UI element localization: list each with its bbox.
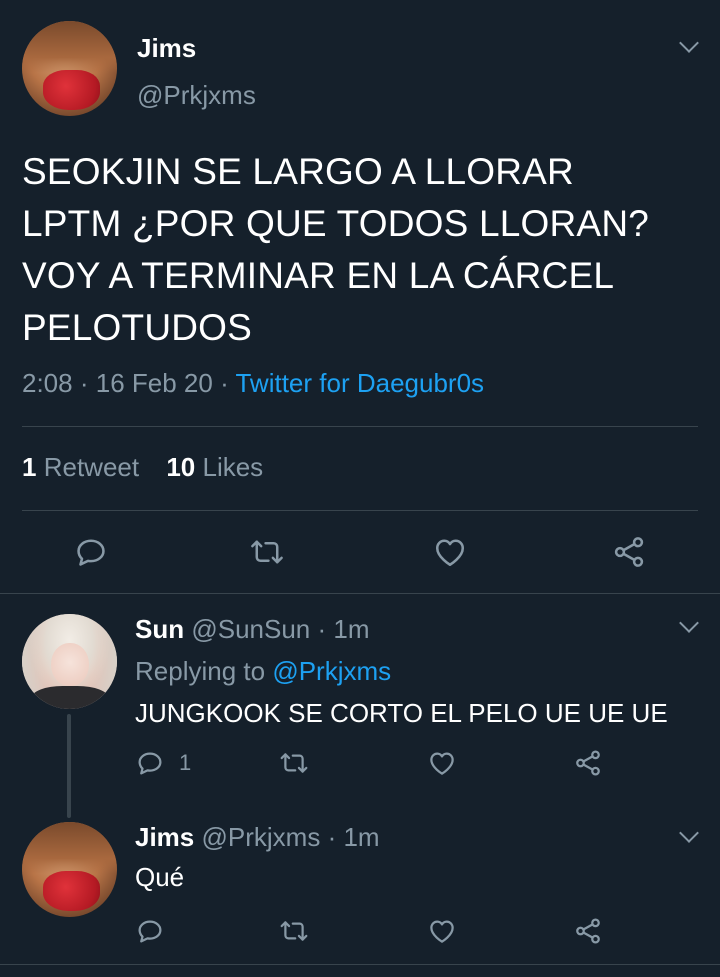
author-handle[interactable]: @Prkjxms bbox=[137, 80, 256, 111]
tweet-actions bbox=[0, 530, 720, 574]
reply-icon bbox=[77, 539, 105, 566]
chevron-down-icon[interactable] bbox=[679, 613, 699, 633]
retweet-button[interactable] bbox=[278, 748, 310, 778]
reply-count: 1 bbox=[179, 750, 192, 775]
like-button[interactable] bbox=[427, 916, 457, 946]
reply-header: Sun @SunSun · 1m bbox=[135, 614, 370, 644]
tweet-text: SEOKJIN SE LARGO A LLORAR LPTM ¿POR QUE … bbox=[22, 151, 650, 348]
reply-tweet[interactable]: Jims @Prkjxms · 1m Qué bbox=[0, 812, 720, 964]
reply-text: JUNGKOOK SE CORTO EL PELO UE UE UE bbox=[135, 698, 668, 728]
author-handle[interactable]: @Prkjxms bbox=[202, 822, 321, 852]
replying-to: Replying to @Prkjxms bbox=[135, 656, 392, 686]
divider bbox=[22, 510, 698, 511]
tweet-time: 2:08 bbox=[22, 368, 73, 398]
like-button[interactable] bbox=[427, 748, 457, 778]
tweet-source-link[interactable]: Twitter for Daegubr0s bbox=[235, 368, 484, 398]
replying-to-link[interactable]: @Prkjxms bbox=[272, 656, 391, 686]
tweet-meta: 2:08 · 16 Feb 20 · Twitter for Daegubr0s bbox=[22, 368, 485, 398]
like-button[interactable] bbox=[432, 534, 468, 570]
likes-stat[interactable]: 10 Likes bbox=[166, 452, 263, 482]
main-tweet: Jims @Prkjxms SEOKJIN SE LARGO A LLORAR … bbox=[0, 0, 720, 593]
reply-header: Jims @Prkjxms · 1m bbox=[135, 822, 380, 852]
avatar[interactable] bbox=[22, 614, 117, 709]
reply-text: Qué bbox=[135, 862, 185, 892]
like-icon bbox=[435, 539, 465, 567]
divider bbox=[22, 426, 698, 427]
avatar[interactable] bbox=[22, 21, 117, 116]
retweet-icon bbox=[280, 753, 308, 773]
author-name[interactable]: Jims bbox=[135, 822, 194, 852]
retweet-button[interactable] bbox=[248, 534, 286, 570]
share-button[interactable] bbox=[611, 534, 647, 570]
tweet-stats: 1 Retweet 10 Likes bbox=[22, 452, 263, 483]
like-icon bbox=[430, 752, 454, 775]
chevron-down-icon[interactable] bbox=[679, 823, 699, 843]
share-icon bbox=[614, 537, 644, 567]
section-divider bbox=[0, 964, 720, 965]
author-name[interactable]: Sun bbox=[135, 614, 184, 644]
tweet-age: 1m bbox=[333, 614, 370, 644]
reply-tweet[interactable]: Sun @SunSun · 1m Replying to @Prkjxms JU… bbox=[0, 594, 720, 818]
retweet-button[interactable] bbox=[278, 916, 310, 946]
tweet-age: 1m bbox=[343, 822, 380, 852]
tweet-date: 16 Feb 20 bbox=[95, 368, 213, 398]
avatar[interactable] bbox=[22, 822, 117, 917]
chevron-down-icon[interactable] bbox=[679, 33, 699, 53]
retweet-icon bbox=[251, 540, 283, 564]
retweets-stat[interactable]: 1 Retweet bbox=[22, 452, 139, 482]
share-icon bbox=[576, 918, 600, 944]
share-button[interactable] bbox=[573, 748, 603, 778]
reply-icon bbox=[138, 920, 162, 943]
share-icon bbox=[576, 750, 600, 776]
author-name[interactable]: Jims bbox=[137, 33, 196, 64]
tweet-detail-page: Jims @Prkjxms SEOKJIN SE LARGO A LLORAR … bbox=[0, 0, 720, 977]
retweet-icon bbox=[280, 921, 308, 941]
author-handle[interactable]: @SunSun bbox=[191, 614, 310, 644]
reply-icon bbox=[138, 752, 162, 775]
reply-button[interactable]: 1 bbox=[135, 748, 191, 778]
thread-connector bbox=[67, 714, 71, 818]
reply-button[interactable] bbox=[135, 916, 165, 946]
reply-button[interactable] bbox=[73, 534, 109, 570]
share-button[interactable] bbox=[573, 916, 603, 946]
like-icon bbox=[430, 920, 454, 943]
